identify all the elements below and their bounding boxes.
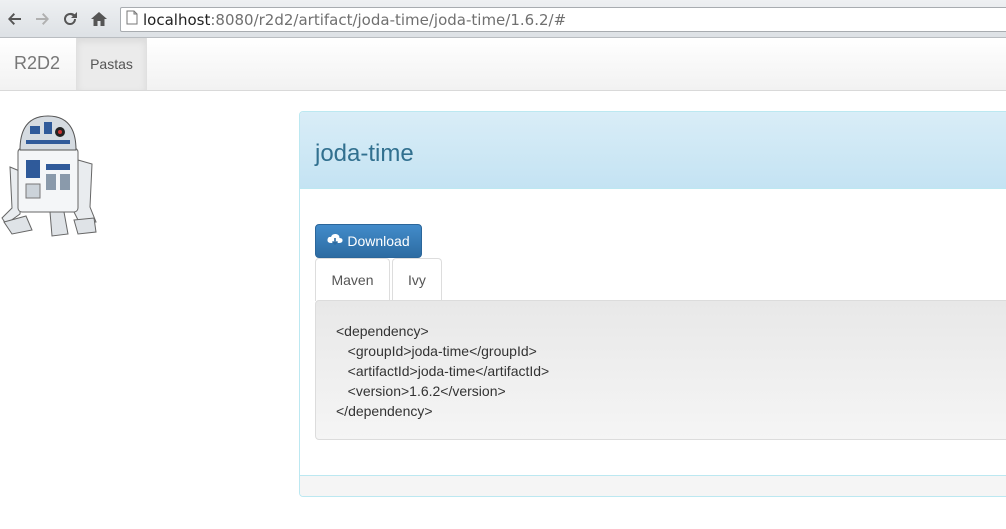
home-icon[interactable] [88,8,110,30]
dependency-snippet: <dependency> <groupId>joda-time</groupId… [315,300,1006,440]
panel-footer [300,475,1006,496]
download-button[interactable]: Download [315,224,422,258]
back-icon[interactable] [4,8,26,30]
r2d2-robot-image [0,112,98,245]
address-bar[interactable]: localhost:8080/r2d2/artifact/joda-time/j… [120,7,1006,32]
panel-title: joda-time [315,140,414,167]
code-line: <dependency> [336,323,429,339]
app-navbar: R2D2 Pastas [0,38,1006,91]
code-line: <groupId>joda-time</groupId> [336,343,537,359]
tab-maven[interactable]: Maven [315,258,390,301]
panel-heading: joda-time [300,112,1006,189]
code-line: <artifactId>joda-time</artifactId> [336,363,550,379]
reload-icon[interactable] [59,8,81,30]
code-line: <version>1.6.2</version> [336,383,506,399]
url-path: :8080/r2d2/artifact/joda-time/joda-time/… [210,10,567,29]
browser-toolbar: localhost:8080/r2d2/artifact/joda-time/j… [0,0,1006,38]
forward-icon[interactable] [31,8,53,30]
page-icon [126,10,138,29]
artifact-panel: joda-time Download Maven Ivy <dependency… [299,111,1006,497]
download-label: Download [347,233,410,249]
code-line: </dependency> [336,403,433,419]
cloud-download-icon [327,233,343,250]
tab-ivy[interactable]: Ivy [392,258,442,301]
nav-item-pastas[interactable]: Pastas [76,38,147,90]
brand-link[interactable]: R2D2 [14,53,60,74]
url-host: localhost [143,10,211,29]
